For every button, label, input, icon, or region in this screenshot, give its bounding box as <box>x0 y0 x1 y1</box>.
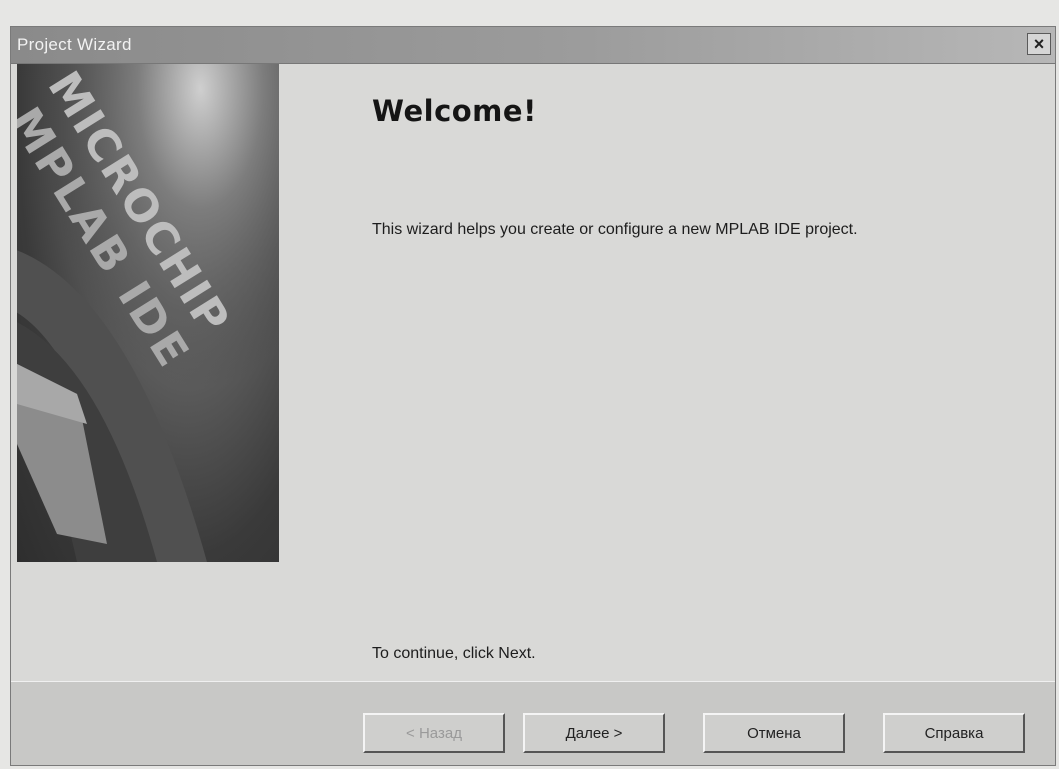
mplab-logo-graphic: MICROCHIP MPLAB IDE <box>17 64 279 562</box>
button-bar: < Назад Далее > Отмена Справка <box>11 681 1055 765</box>
title-bar[interactable]: Project Wizard × <box>11 27 1055 64</box>
close-button[interactable]: × <box>1027 33 1051 55</box>
back-button[interactable]: < Назад <box>363 713 505 753</box>
help-button[interactable]: Справка <box>883 713 1025 753</box>
next-button[interactable]: Далее > <box>523 713 665 753</box>
close-icon: × <box>1033 33 1045 54</box>
cancel-button[interactable]: Отмена <box>703 713 845 753</box>
project-wizard-window: Project Wizard × MICROCHIP MPLAB IDE Wel… <box>10 26 1056 766</box>
window-title: Project Wizard <box>17 35 132 54</box>
continue-hint: To continue, click Next. <box>372 645 536 662</box>
page-title: Welcome! <box>372 94 537 128</box>
wizard-description: This wizard helps you create or configur… <box>372 221 858 238</box>
wizard-banner-image: MICROCHIP MPLAB IDE <box>17 64 279 562</box>
wizard-content: Welcome! This wizard helps you create or… <box>279 64 1055 681</box>
